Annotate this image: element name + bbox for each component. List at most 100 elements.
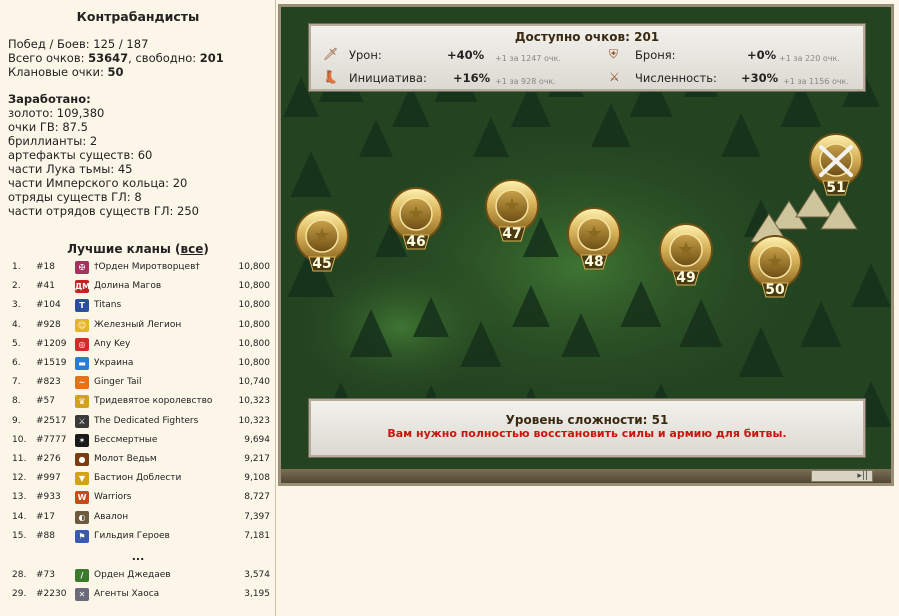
clan-emblem-icon: ♛ [75,395,89,409]
clan-emblem-icon: ✶ [75,433,89,447]
map-scrollbar[interactable]: ▸|| [811,470,873,482]
clan-name[interactable]: Any Key [94,335,130,354]
clan-row[interactable]: 1. #18 ✠ †Орден Миротворцев† 10,800 [0,258,276,277]
star-icon: ★ [677,237,695,261]
clan-row[interactable]: 10. #7777 ✶ Бессмертные 9,694 [0,431,276,450]
bonus-label: Урон: [349,48,382,62]
clan-score: 3,195 [244,589,270,599]
clan-name[interactable]: Авалон [94,508,128,527]
bonus-panel: Доступно очков: 201 🗡 Урон: +40% +1 за 1247… [309,24,865,91]
clan-rank: 7. [12,377,21,388]
clan-name[interactable]: Тридевятое королевство [94,392,212,411]
clan-name[interactable]: Гильдия Героев [94,527,170,546]
clan-row[interactable]: 15. #88 ⚑ Гильдия Героев 7,181 [0,527,276,546]
clan-rank: 9. [12,415,21,426]
clan-name[interactable]: Бессмертные [94,431,157,450]
clan-emblem-icon: ● [75,453,89,466]
sword-icon: 🗡 [323,47,339,61]
clan-name[interactable]: Агенты Хаоса [94,585,159,604]
earned-title: Заработано: [8,92,91,106]
clan-name[interactable]: Бастион Доблести [94,469,181,488]
boss-level-medal[interactable]: 51 [803,133,869,199]
star-icon: ★ [503,193,521,217]
earned-item: части отрядов существ ГЛ: 250 [8,204,199,218]
clan-score: 3,574 [244,570,270,580]
clan-id: #41 [36,281,55,292]
clan-row[interactable]: 13. #933 W Warriors 8,727 [0,488,276,507]
available-points: Доступно очков: 201 [514,30,660,44]
clan-id: #928 [36,319,61,330]
total-points-line: Всего очков: 53647, свободно: 201 [8,51,224,65]
level-number: 47 [502,226,522,242]
clan-emblem-icon: ▼ [75,472,89,486]
clan-id: #2517 [36,415,67,426]
clan-row[interactable]: 12. #997 ▼ Бастион Доблести 9,108 [0,469,276,488]
clan-name[interactable]: Ginger Tail [94,373,142,392]
level-medal[interactable]: ★ 48 [561,207,627,273]
clan-row[interactable]: 3. #104 T Titans 10,800 [0,296,276,315]
clan-row[interactable]: 6. #1519 ▬ Украина 10,800 [0,354,276,373]
clan-row[interactable]: 11. #276 ● Молот Ведьм 9,217 [0,450,276,469]
level-number: 49 [676,270,696,286]
list-ellipsis: ... [131,550,145,563]
clan-name[interactable]: Долина Магов [94,277,161,296]
clan-name[interactable]: Железный Легион [94,316,181,335]
clan-row[interactable]: 7. #823 ~ Ginger Tail 10,740 [0,373,276,392]
level-number: 51 [826,180,846,196]
clan-row[interactable]: 9. #2517 ⚔ The Dedicated Fighters 10,323 [0,412,276,431]
clan-score: 9,694 [244,434,270,445]
clan-emblem-icon: / [75,569,89,582]
clan-name[interactable]: Орден Джедаев [94,566,171,585]
bonus-value-wrap: +16% [453,71,490,85]
clan-row[interactable]: 2. #41 ДМ Долина Магов 10,800 [0,277,276,296]
bonus-value: +40% [447,48,485,62]
clan-rank: 12. [12,473,27,484]
clan-row[interactable]: 29. #2230 ✕ Агенты Хаоса 3,195 [0,585,276,604]
clan-score: 9,108 [244,473,270,484]
shield-icon: ⛨ [609,47,619,61]
earned-item: золото: 109,380 [8,106,105,120]
clan-row[interactable]: 14. #17 ◐ Авалон 7,397 [0,508,276,527]
level-medal[interactable]: ★ 49 [653,223,719,289]
clan-row[interactable]: 5. #1209 ◎ Any Key 10,800 [0,335,276,354]
clan-id: #17 [36,511,55,522]
all-clans-link[interactable]: все [181,242,204,256]
clan-name[interactable]: Молот Ведьм [94,450,157,469]
clan-rank: 29. [12,589,27,599]
clan-row[interactable]: 4. #928 ☺ Железный Легион 10,800 [0,316,276,335]
clan-name[interactable]: The Dedicated Fighters [94,412,198,431]
level-medal[interactable]: ★ 45 [289,209,355,275]
bonus-cost-wrap: +1 за 1156 очк. [783,73,849,87]
clan-rank: 2. [12,281,21,292]
clan-rank: 1. [12,262,21,272]
clan-name[interactable]: Titans [94,296,121,315]
clan-rank: 4. [12,319,21,330]
clan-score: 9,217 [244,454,270,464]
clan-row[interactable]: 8. #57 ♛ Тридевятое королевство 10,323 [0,392,276,411]
earned-item: отряды существ ГЛ: 8 [8,190,142,204]
clan-id: #7777 [36,434,67,445]
level-medal[interactable]: ★ 47 [479,179,545,245]
clan-name[interactable]: †Орден Миротворцев† [94,258,200,277]
clan-name[interactable]: Warriors [94,488,131,507]
clan-emblem-icon: W [75,491,89,505]
difficulty-panel: Уровень сложности: 51 Вам нужно полность… [309,399,865,457]
clan-id: #104 [36,300,61,311]
earned-item: артефакты существ: 60 [8,148,153,162]
clan-score: 7,397 [244,511,270,522]
clan-score: 7,181 [244,530,270,541]
bonus-cost-wrap: +1 за 1247 очк. [495,50,561,64]
clan-emblem-icon: ДМ [75,280,91,294]
level-medal[interactable]: ★ 50 [742,235,808,301]
clan-emblem-icon: ✕ [75,588,89,601]
clan-score: 10,800 [238,358,271,368]
level-medal[interactable]: ★ 46 [383,187,449,253]
star-icon: ★ [585,221,603,245]
clan-id: #88 [36,530,55,541]
clan-row[interactable]: 28. #73 / Орден Джедаев 3,574 [0,566,276,585]
clan-emblem-icon: ⚑ [75,529,89,543]
level-number: 50 [765,282,785,298]
clan-name[interactable]: Украина [94,354,133,373]
bonus-value-wrap: +0% [747,48,776,62]
bonus-cost-wrap: +1 за 928 очк. [495,73,556,87]
